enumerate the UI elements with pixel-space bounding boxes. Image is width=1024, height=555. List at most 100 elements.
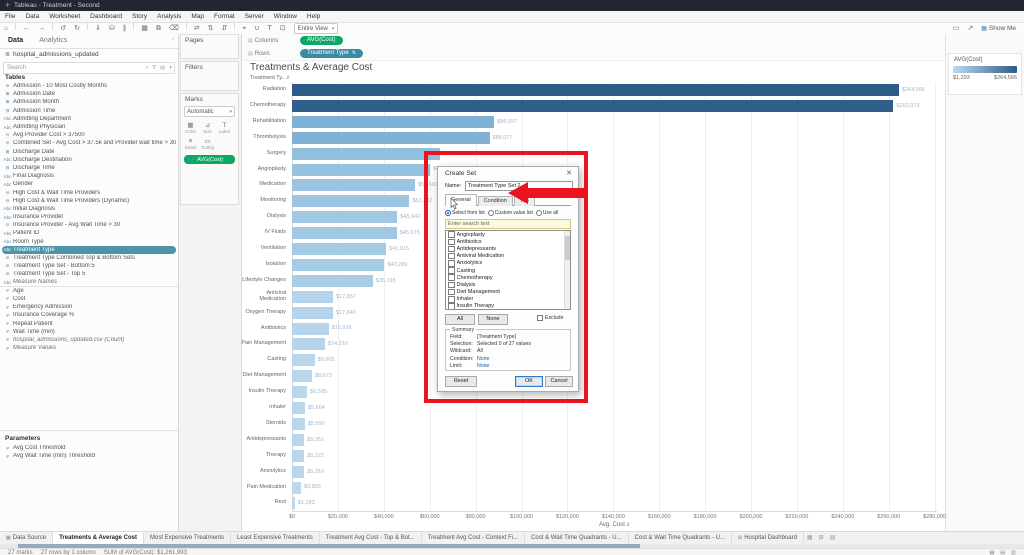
field-item[interactable]: # Emergency Admission	[0, 303, 178, 311]
tab-analytics[interactable]: Analytics	[31, 34, 75, 48]
bar-mark[interactable]	[292, 258, 385, 271]
columns-pill-avg-cost[interactable]: AVG(Cost)	[300, 36, 343, 45]
field-item[interactable]: ⊖ Insurance Provider - Avg Wait Time > 30	[0, 221, 178, 229]
field-item[interactable]: Abc Admitting Department	[0, 115, 178, 123]
filter-icon[interactable]: ∇	[150, 65, 158, 71]
category-label[interactable]: Thrombolysis	[240, 130, 289, 146]
bar-mark[interactable]	[292, 370, 312, 383]
save-icon[interactable]: ⇓	[91, 24, 105, 34]
category-label[interactable]: Lifestyle Changes	[240, 273, 289, 289]
new-worksheet-icon[interactable]: ▦	[137, 24, 152, 34]
field-item[interactable]: Abc Discharge Destination	[0, 156, 178, 164]
category-label[interactable]: Anxiolytics	[240, 464, 289, 480]
category-label[interactable]: Rehabilitation	[240, 114, 289, 130]
category-label[interactable]: Steroids	[240, 416, 289, 432]
marks-button-label[interactable]: T Label	[216, 120, 233, 136]
bar-mark[interactable]	[292, 84, 900, 96]
field-item[interactable]: ⊖ Treatment Type Set - Bottom 5	[0, 262, 178, 270]
duplicate-icon[interactable]: ⧉	[152, 24, 165, 34]
field-item[interactable]: ⊖ High Cost & Wait Time Providers	[0, 188, 178, 196]
category-label[interactable]: Monitoring	[240, 193, 289, 209]
bar-mark[interactable]	[292, 386, 308, 399]
field-item[interactable]: ⊖ Treatment Type Set - Top 5	[0, 270, 178, 278]
bar-mark[interactable]	[292, 322, 329, 335]
category-label[interactable]: Inhaler	[240, 400, 289, 416]
bar-mark[interactable]	[292, 227, 397, 240]
view-type-icon[interactable]: ▤	[158, 65, 167, 71]
rows-shelf[interactable]: ▤ Rows Treatment Type ⇅	[242, 47, 945, 61]
rows-pill-treatment-type[interactable]: Treatment Type ⇅	[300, 49, 363, 58]
bar-mark[interactable]	[292, 163, 430, 176]
field-item[interactable]: # Age	[0, 287, 178, 295]
field-item[interactable]: ⊞ Admission Date	[0, 90, 178, 98]
menu-item-server[interactable]: Server	[240, 11, 269, 22]
category-label[interactable]: Antidepressants	[240, 432, 289, 448]
mark-type-dropdown[interactable]: Automatic ▾	[184, 106, 235, 117]
category-label[interactable]: Oxygen Therapy	[240, 305, 289, 321]
marks-button-color[interactable]: ▦ Color	[182, 120, 199, 136]
parameter-item[interactable]: # Avg Cost Threshold	[0, 444, 178, 452]
tab-data[interactable]: Data	[0, 34, 31, 48]
field-item[interactable]: Abc Initial Diagnosis	[0, 205, 178, 213]
bar-mark[interactable]	[292, 402, 305, 414]
category-label[interactable]: Therapy	[240, 448, 289, 464]
bar-mark[interactable]	[292, 211, 398, 224]
bar-mark[interactable]	[292, 306, 333, 319]
marks-button-detail[interactable]: ≡ Detail	[182, 136, 199, 152]
search-input[interactable]: Search ⌕ ∇ ▤ ▾	[3, 62, 175, 74]
field-item[interactable]: # Cost	[0, 295, 178, 303]
menu-item-window[interactable]: Window	[269, 11, 302, 22]
menu-item-story[interactable]: Story	[127, 11, 152, 22]
status-view-icons[interactable]: ▦ ▤ ▥	[989, 550, 1018, 555]
category-label[interactable]: Angioplasty	[240, 162, 289, 178]
category-label[interactable]: Isolation	[240, 257, 289, 273]
highlight-icon[interactable]: ⌖	[238, 24, 250, 34]
tableau-home-icon[interactable]: ⌂	[0, 24, 12, 34]
redo-icon[interactable]: ↻	[70, 24, 84, 34]
menu-item-file[interactable]: File	[0, 11, 20, 22]
category-label[interactable]: IV Fluids	[240, 225, 289, 241]
field-item[interactable]: ⊖ High Cost & Wait Time Providers (Dynami…	[0, 197, 178, 205]
menu-item-format[interactable]: Format	[209, 11, 240, 22]
bar-mark[interactable]	[292, 274, 373, 287]
back-icon[interactable]: ←	[19, 24, 34, 34]
chevron-down-icon[interactable]: ▾	[167, 65, 174, 71]
fix-axes-icon[interactable]: ⊡	[276, 24, 290, 34]
menu-item-worksheet[interactable]: Worksheet	[44, 11, 85, 22]
legend-gradient[interactable]	[953, 66, 1017, 73]
filters-shelf[interactable]: Filters	[180, 61, 239, 91]
pause-updates-icon[interactable]: ∥	[119, 24, 131, 34]
bar-mark[interactable]	[292, 179, 415, 192]
category-label[interactable]: Rest	[240, 495, 289, 511]
bar-mark[interactable]	[292, 99, 894, 112]
x-axis-title[interactable]: Avg. Cost ⇵	[292, 522, 937, 528]
field-item[interactable]: ⊞ Admission Month	[0, 98, 178, 106]
field-item[interactable]: Abc Treatment Type	[2, 245, 176, 254]
field-item[interactable]: # Measure Values	[0, 344, 178, 352]
menu-item-analysis[interactable]: Analysis	[152, 11, 186, 22]
field-item[interactable]: Abc Insurance Provider	[0, 213, 178, 221]
menu-item-data[interactable]: Data	[20, 11, 44, 22]
field-item[interactable]: ⊞ Discharge Date	[0, 148, 178, 156]
sort-ascending-icon[interactable]: ⇅	[204, 24, 218, 34]
bar-mark[interactable]	[292, 115, 495, 128]
fit-selector[interactable]: Entire View ▾	[293, 23, 339, 34]
show-mark-labels-icon[interactable]: T	[263, 24, 275, 34]
field-item[interactable]: ⊟ Admission Time	[0, 107, 178, 115]
bar-mark[interactable]	[292, 481, 301, 494]
pages-shelf[interactable]: Pages	[180, 34, 239, 59]
presentation-mode-icon[interactable]: ▭	[949, 24, 964, 34]
color-legend[interactable]: AVG(Cost) $1,293 $264,566	[948, 53, 1022, 95]
field-item[interactable]: ⊖ Avg Provider Cost > 37500	[0, 131, 178, 139]
category-label[interactable]: Chemotherapy	[240, 98, 289, 114]
sort-descending-icon[interactable]: ⇵	[218, 24, 232, 34]
category-label[interactable]: Casting	[240, 352, 289, 368]
menu-item-help[interactable]: Help	[302, 11, 325, 22]
bar-mark[interactable]	[292, 497, 295, 510]
field-item[interactable]: Abc Admitting Physician	[0, 123, 178, 131]
field-item[interactable]: Abc Final Diagnosis	[0, 172, 178, 180]
collapse-pane-icon[interactable]: ‹	[172, 34, 178, 48]
bar-mark[interactable]	[292, 433, 305, 446]
bar-mark[interactable]	[292, 195, 410, 208]
category-label[interactable]: Surgery	[240, 146, 289, 162]
